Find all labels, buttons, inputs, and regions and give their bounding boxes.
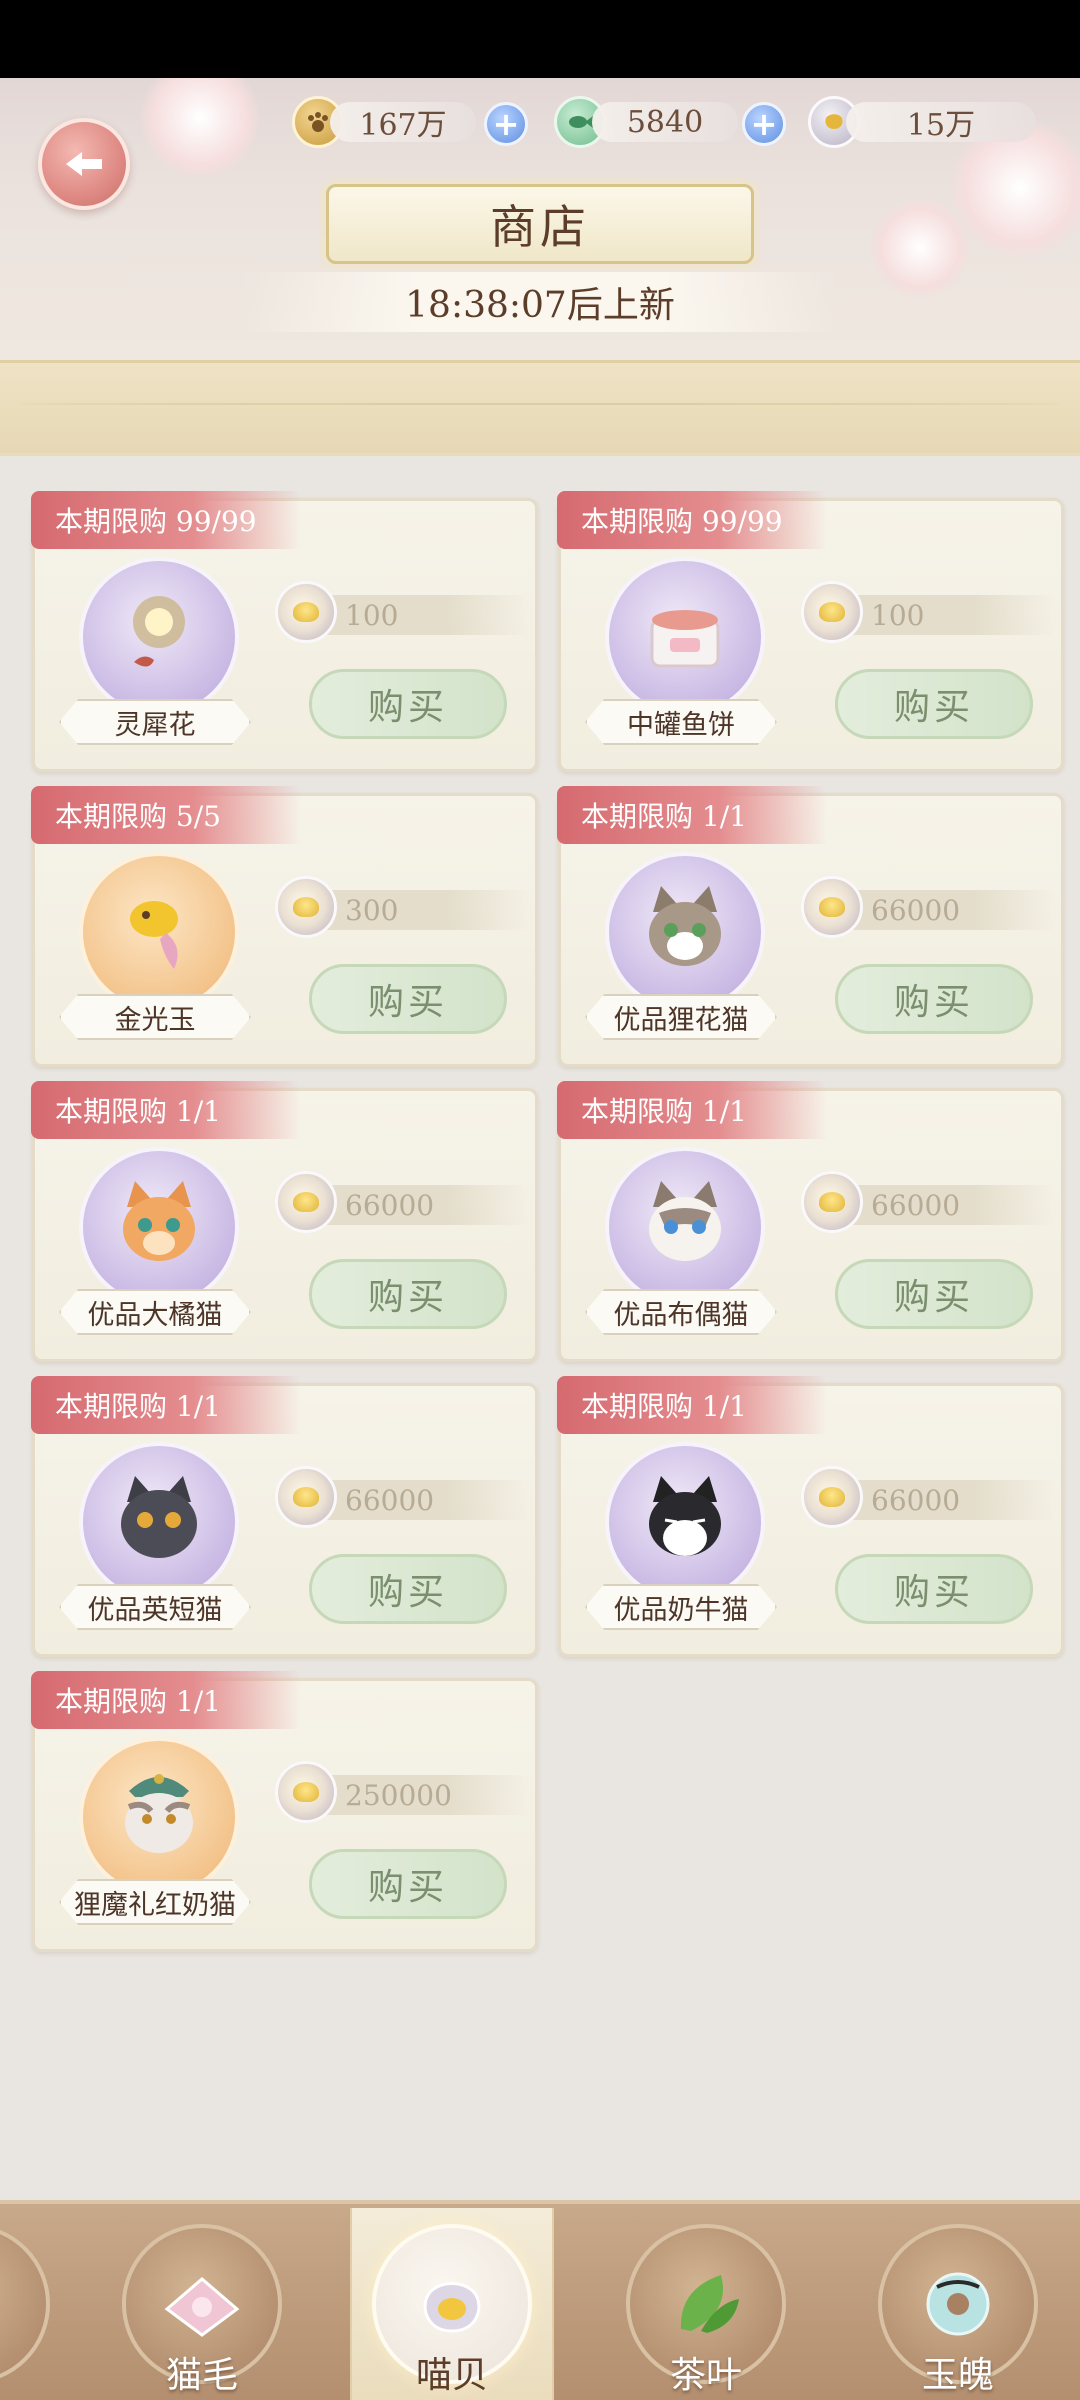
shell-coin-icon (801, 581, 863, 643)
item-name: 优品狸花猫 (585, 994, 777, 1040)
tab-cat-fur[interactable]: 猫毛 (112, 2224, 292, 2400)
bottom-tab-bar: 猫毛 喵贝 茶叶 玉魄 (0, 2200, 1080, 2400)
item-name: 优品英短猫 (59, 1584, 251, 1630)
shop-item-card: 本期限购 5/5 金光玉 300 购买 (31, 786, 538, 1067)
purchase-limit-tag: 本期限购 1/1 (31, 1376, 301, 1434)
purchase-limit-tag: 本期限购 99/99 (31, 491, 301, 549)
tab-label: 喵贝 (415, 2355, 488, 2396)
purchase-limit-tag: 本期限购 1/1 (31, 1671, 301, 1729)
buy-button[interactable]: 购买 (309, 1554, 507, 1624)
shop-item-card: 本期限购 1/1 狸魔礼红奶猫 250000 购买 (31, 1671, 538, 1952)
item-name: 优品布偶猫 (585, 1289, 777, 1335)
shell-coin-icon (801, 876, 863, 938)
orange-cat-icon[interactable] (79, 1147, 239, 1307)
item-name: 中罐鱼饼 (585, 699, 777, 745)
fish-can-icon[interactable] (605, 557, 765, 717)
tuxedo-cat-icon[interactable] (605, 1442, 765, 1602)
tab-jade-soul[interactable]: 玉魄 (868, 2224, 1048, 2400)
golden-fish-jade-icon[interactable] (79, 852, 239, 1012)
buy-button[interactable]: 购买 (309, 1849, 507, 1919)
shell-coin-icon (801, 1171, 863, 1233)
shop-item-card: 本期限购 99/99 灵犀花 100 购买 (31, 491, 538, 772)
warrior-cat-icon[interactable] (79, 1737, 239, 1897)
shell-coin-icon (275, 876, 337, 938)
shell-coin-icon (275, 1761, 337, 1823)
buy-button[interactable]: 购买 (835, 1554, 1033, 1624)
shell-coin-icon (275, 1171, 337, 1233)
ragdoll-cat-icon[interactable] (605, 1147, 765, 1307)
item-name: 灵犀花 (59, 699, 251, 745)
shop-item-card: 本期限购 1/1 优品英短猫 66000 购买 (31, 1376, 538, 1657)
buy-button[interactable]: 购买 (309, 964, 507, 1034)
tab-partial-left[interactable] (0, 2224, 60, 2400)
shop-item-card: 本期限购 99/99 中罐鱼饼 100 购买 (557, 491, 1064, 772)
purchase-limit-tag: 本期限购 1/1 (557, 786, 827, 844)
tab-label: 茶叶 (669, 2355, 742, 2396)
shop-item-grid: 本期限购 99/99 灵犀花 100 购买 本期限购 99/99 中罐鱼饼 10… (0, 0, 1080, 2400)
buy-button[interactable]: 购买 (835, 669, 1033, 739)
british-shorthair-cat-icon[interactable] (79, 1442, 239, 1602)
shell-coin-icon (801, 1466, 863, 1528)
flower-ornament-icon[interactable] (79, 557, 239, 717)
item-name: 金光玉 (59, 994, 251, 1040)
tab-label: 猫毛 (165, 2355, 238, 2396)
tab-shell[interactable]: 喵贝 (350, 2208, 554, 2400)
purchase-limit-tag: 本期限购 99/99 (557, 491, 827, 549)
tab-tea-leaves[interactable]: 茶叶 (616, 2224, 796, 2400)
shop-item-card: 本期限购 1/1 优品布偶猫 66000 购买 (557, 1081, 1064, 1362)
purchase-limit-tag: 本期限购 1/1 (557, 1081, 827, 1139)
item-name: 优品奶牛猫 (585, 1584, 777, 1630)
shop-item-card: 本期限购 1/1 优品奶牛猫 66000 购买 (557, 1376, 1064, 1657)
purchase-limit-tag: 本期限购 5/5 (31, 786, 301, 844)
purchase-limit-tag: 本期限购 1/1 (31, 1081, 301, 1139)
purchase-limit-tag: 本期限购 1/1 (557, 1376, 827, 1434)
shell-coin-icon (275, 581, 337, 643)
shop-item-card: 本期限购 1/1 优品大橘猫 66000 购买 (31, 1081, 538, 1362)
shop-item-card: 本期限购 1/1 优品狸花猫 66000 购买 (557, 786, 1064, 1067)
tabby-cat-icon[interactable] (605, 852, 765, 1012)
buy-button[interactable]: 购买 (835, 964, 1033, 1034)
buy-button[interactable]: 购买 (309, 669, 507, 739)
shell-coin-icon (275, 1466, 337, 1528)
tab-label: 玉魄 (921, 2355, 994, 2396)
buy-button[interactable]: 购买 (835, 1259, 1033, 1329)
buy-button[interactable]: 购买 (309, 1259, 507, 1329)
item-name: 狸魔礼红奶猫 (59, 1879, 251, 1925)
item-name: 优品大橘猫 (59, 1289, 251, 1335)
